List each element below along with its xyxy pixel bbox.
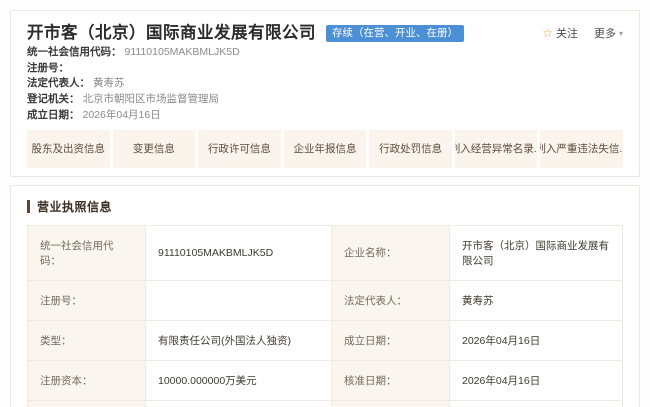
credit-code-value: 91110105MAKBMLJK5D (125, 46, 240, 58)
table-value: 北京市朝阳区市场监督管理局 (146, 401, 332, 407)
tab-shareholders[interactable]: 股东及出资信息 (27, 130, 110, 168)
table-label: 企业名称： (332, 226, 450, 281)
table-label: 统一社会信用代码： (28, 226, 146, 281)
company-name: 开市客（北京）国际商业发展有限公司 (27, 22, 316, 44)
table-label: 登记状态： (332, 401, 450, 407)
establish-date-value: 2026年04月16日 (83, 109, 161, 121)
company-header-card: 开市客（北京）国际商业发展有限公司 存续（在营、开业、在册） ☆ 关注 更多 ▾… (10, 10, 640, 177)
table-value: 2026年04月16日 (450, 321, 622, 361)
table-value: 10000.000000万美元 (146, 361, 332, 401)
status-badge: 存续（在营、开业、在册） (326, 25, 464, 42)
reg-number-label: 注册号： (27, 62, 69, 74)
table-label: 注册号： (28, 281, 146, 321)
info-line-legal-rep: 法定代表人：黄寿苏 (27, 77, 623, 90)
info-line-reg-number: 注册号： (27, 62, 623, 75)
follow-label: 关注 (556, 25, 578, 41)
business-license-card: 营业执照信息 统一社会信用代码： 91110105MAKBMLJK5D 企业名称… (10, 185, 640, 407)
table-value (146, 281, 332, 321)
chevron-down-icon: ▾ (619, 29, 623, 38)
table-value: 2026年04月16日 (450, 361, 622, 401)
establish-date-label: 成立日期： (27, 109, 80, 121)
table-value: 黄寿苏 (450, 281, 622, 321)
table-value: 存续（在营、开业、在册） (450, 401, 622, 407)
table-value: 开市客（北京）国际商业发展有限公司 (450, 226, 622, 281)
table-label: 登记机关： (28, 401, 146, 407)
follow-button[interactable]: ☆ 关注 (542, 25, 578, 41)
authority-value: 北京市朝阳区市场监督管理局 (83, 93, 220, 105)
authority-label: 登记机关： (27, 93, 80, 105)
more-button[interactable]: 更多 ▾ (594, 25, 623, 41)
section-bar-icon (27, 200, 30, 213)
legal-rep-value: 黄寿苏 (93, 77, 125, 89)
section-title: 营业执照信息 (37, 198, 112, 215)
section-header: 营业执照信息 (27, 198, 623, 215)
credit-code-label: 统一社会信用代码： (27, 46, 122, 58)
info-line-authority: 登记机关：北京市朝阳区市场监督管理局 (27, 93, 623, 106)
table-value: 91110105MAKBMLJK5D (146, 226, 332, 281)
tab-annual-report[interactable]: 企业年报信息 (284, 130, 367, 168)
tab-admin-penalty[interactable]: 行政处罚信息 (369, 130, 452, 168)
table-label: 核准日期： (332, 361, 450, 401)
tab-illegal-list[interactable]: 列入严重违法失信... (540, 130, 623, 168)
star-icon: ☆ (542, 26, 553, 40)
header-actions: ☆ 关注 更多 ▾ (542, 25, 623, 41)
legal-rep-label: 法定代表人： (27, 77, 90, 89)
tab-abnormal-list[interactable]: 列入经营异常名录... (455, 130, 538, 168)
tab-changes[interactable]: 变更信息 (113, 130, 196, 168)
info-line-credit-code: 统一社会信用代码：91110105MAKBMLJK5D (27, 46, 623, 59)
table-label: 法定代表人： (332, 281, 450, 321)
more-label: 更多 (594, 25, 616, 41)
license-info-table: 统一社会信用代码： 91110105MAKBMLJK5D 企业名称： 开市客（北… (27, 225, 623, 407)
table-value: 有限责任公司(外国法人独资) (146, 321, 332, 361)
tabs-row: 股东及出资信息 变更信息 行政许可信息 企业年报信息 行政处罚信息 列入经营异常… (27, 130, 623, 168)
table-label: 类型： (28, 321, 146, 361)
info-line-establish-date: 成立日期：2026年04月16日 (27, 109, 623, 122)
table-label: 成立日期： (332, 321, 450, 361)
tab-admin-license[interactable]: 行政许可信息 (198, 130, 281, 168)
title-row: 开市客（北京）国际商业发展有限公司 存续（在营、开业、在册） ☆ 关注 更多 ▾ (27, 22, 623, 44)
table-label: 注册资本： (28, 361, 146, 401)
